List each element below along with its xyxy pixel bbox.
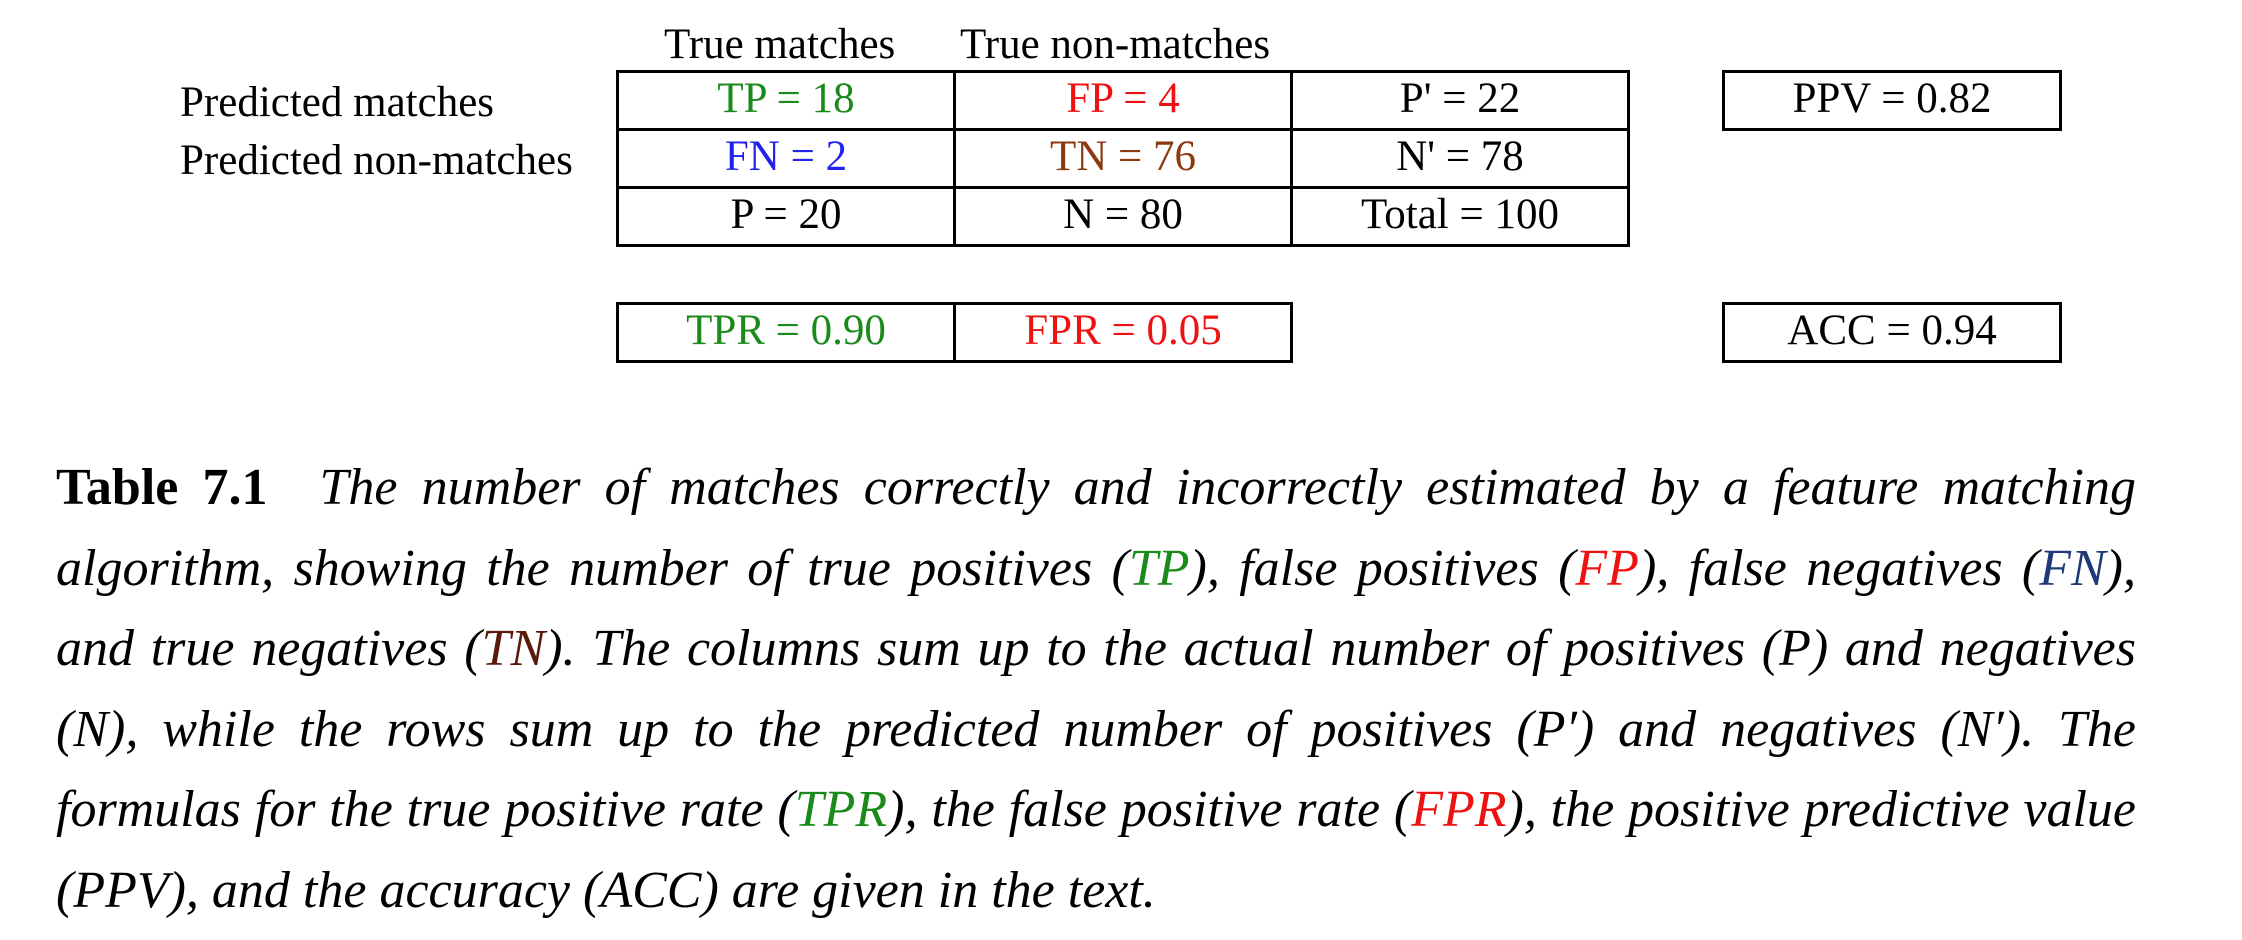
metric-acc: ACC = 0.94 <box>1722 302 2062 363</box>
cell-total: Total = 100 <box>1290 186 1630 247</box>
caption-tn: TN <box>481 620 546 677</box>
cell-tp: TP = 18 <box>616 70 956 131</box>
caption-label: Table 7.1 <box>56 459 268 516</box>
cell-p-prime: P' = 22 <box>1290 70 1630 131</box>
cell-fp: FP = 4 <box>953 70 1293 131</box>
column-header-true-matches: True matches <box>664 21 896 68</box>
caption-fn: FN <box>2039 539 2106 597</box>
cell-p: P = 20 <box>616 186 956 247</box>
metric-tpr: TPR = 0.90 <box>616 302 956 363</box>
metric-fpr: FPR = 0.05 <box>953 302 1293 363</box>
cell-n-prime: N' = 78 <box>1290 128 1630 189</box>
cell-n: N = 80 <box>953 186 1293 247</box>
column-header-true-non-matches: True non-matches <box>960 21 1271 68</box>
caption-text-6: ), the false positive rate ( <box>887 781 1412 838</box>
caption-fpr: FPR <box>1411 781 1507 838</box>
caption-fp: FP <box>1575 539 1639 597</box>
caption-tpr: TPR <box>794 781 888 838</box>
cell-tn: TN = 76 <box>953 128 1293 189</box>
cell-fn: FN = 2 <box>616 128 956 189</box>
caption-text-3: ), false negatives ( <box>1638 539 2040 597</box>
caption-tp: TP <box>1128 539 1190 597</box>
row-label-predicted-matches: Predicted matches <box>180 79 495 126</box>
caption-text-2: ), false positives ( <box>1189 539 1576 597</box>
metric-ppv: PPV = 0.82 <box>1722 70 2062 131</box>
row-label-predicted-non-matches: Predicted non-matches <box>180 137 573 184</box>
table-caption: Table 7.1 The number of matches correctly… <box>56 448 2136 931</box>
